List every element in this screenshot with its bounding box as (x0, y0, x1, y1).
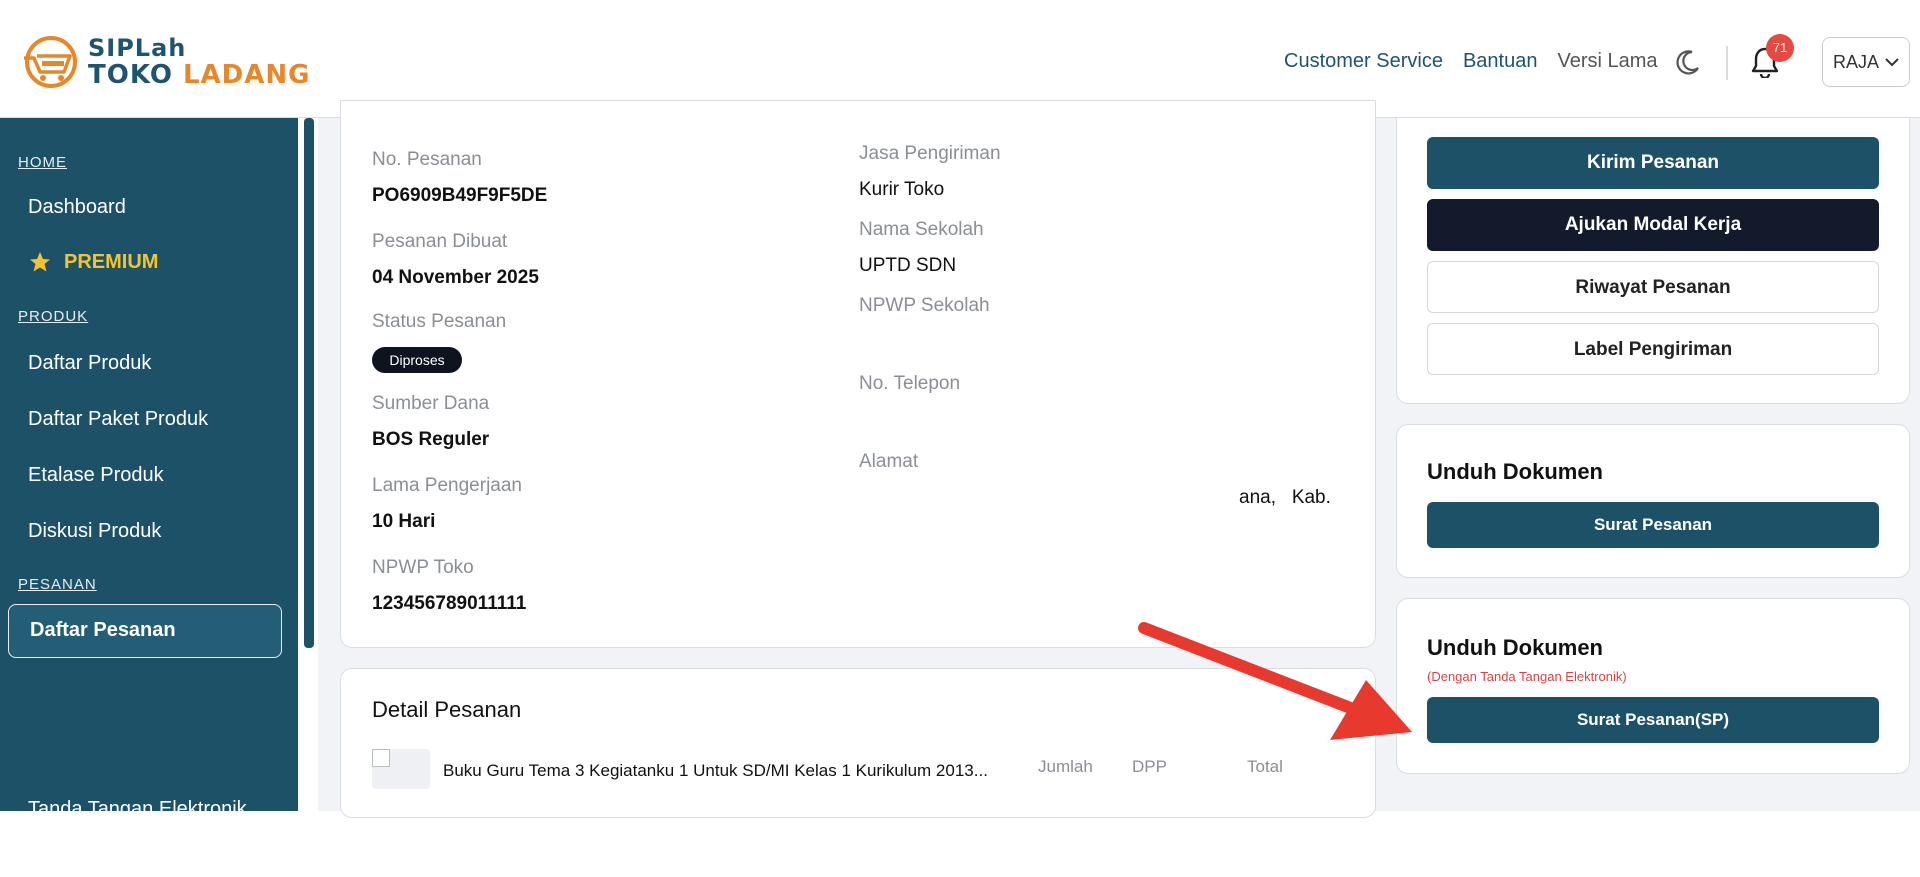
versi-lama-link[interactable]: Versi Lama (1557, 50, 1657, 73)
sumber-dana-label: Sumber Dana (372, 393, 490, 414)
sidebar-item-etalase-produk[interactable]: Etalase Produk (28, 464, 164, 487)
riwayat-pesanan-button[interactable]: Riwayat Pesanan (1427, 261, 1879, 313)
tte-subtitle: (Dengan Tanda Tangan Elektronik) (1427, 669, 1627, 684)
alamat-value: ana, Kab. (1239, 487, 1331, 508)
brand-logo[interactable]: SIPLah TOKO LADANG (20, 34, 309, 90)
sidebar-item-diskusi-produk[interactable]: Diskusi Produk (28, 520, 161, 543)
col-total: Total (1247, 757, 1283, 776)
customer-service-link[interactable]: Customer Service (1284, 50, 1443, 73)
alamat-label: Alamat (859, 451, 919, 472)
product-image (372, 749, 430, 789)
nama-sekolah-value: UPTD SDN (859, 255, 957, 276)
sidebar-item-daftar-pesanan[interactable]: Daftar Pesanan (8, 604, 282, 658)
col-dpp: DPP (1132, 757, 1167, 776)
kirim-pesanan-button[interactable]: Kirim Pesanan (1427, 137, 1879, 189)
jasa-pengiriman-label: Jasa Pengiriman (859, 143, 1001, 164)
sidebar-section-pesanan: PESANAN (18, 576, 97, 593)
sidebar-section-produk: PRODUK (18, 308, 89, 325)
label-pengiriman-button[interactable]: Label Pengiriman (1427, 323, 1879, 375)
status-badge: Diproses (372, 347, 462, 373)
nama-sekolah-label: Nama Sekolah (859, 219, 984, 240)
brand-subname: TOKO LADANG (88, 60, 311, 90)
npwp-sekolah-label: NPWP Sekolah (859, 295, 990, 316)
notification-badge: 71 (1766, 34, 1794, 62)
npwp-toko-value: 123456789011111 (372, 593, 527, 614)
brand-name: SIPLah (88, 34, 187, 62)
moon-icon[interactable] (1674, 48, 1702, 76)
sidebar-scrollbar[interactable] (304, 118, 314, 648)
order-actions-card: Kirim Pesanan Ajukan Modal Kerja Riwayat… (1396, 118, 1910, 404)
user-menu-button[interactable]: RAJA (1822, 37, 1910, 87)
status-pesanan-label: Status Pesanan (372, 311, 507, 332)
nav-divider (1726, 46, 1728, 80)
lama-pengerjaan-label: Lama Pengerjaan (372, 475, 522, 496)
order-info-card: No. Pesanan PO6909B49F9F5DE Pesanan Dibu… (340, 100, 1376, 648)
jasa-pengiriman-value: Kurir Toko (859, 179, 945, 200)
sidebar-item-tanda-tangan[interactable]: Tanda Tangan Elektronik (28, 798, 247, 821)
sidebar-item-notifikasi-whatsapp[interactable]: Notifikasi Whatsapp (28, 854, 205, 877)
bantuan-link[interactable]: Bantuan (1463, 50, 1538, 73)
pesanan-dibuat-label: Pesanan Dibuat (372, 231, 508, 252)
surat-pesanan-sp-button[interactable]: Surat Pesanan(SP) (1427, 697, 1879, 743)
sidebar-item-premium-label: PREMIUM (64, 250, 159, 273)
col-jumlah: Jumlah (1038, 757, 1093, 776)
sidebar-item-daftar-paket-produk[interactable]: Daftar Paket Produk (28, 408, 208, 431)
chevron-down-icon (1885, 58, 1899, 67)
unduh-dokumen-card: Unduh Dokumen Surat Pesanan (1396, 424, 1910, 578)
top-nav: Customer Service Bantuan Versi Lama (1284, 50, 1658, 73)
ajukan-modal-kerja-button[interactable]: Ajukan Modal Kerja (1427, 199, 1879, 251)
sidebar-item-daftar-pesanan-label: Daftar Pesanan (30, 619, 176, 641)
lama-pengerjaan-value: 10 Hari (372, 511, 436, 532)
sidebar: HOME Dashboard PREMIUM PRODUK Daftar Pro… (0, 118, 298, 876)
no-telepon-label: No. Telepon (859, 373, 961, 394)
pesanan-dibuat-value: 04 November 2025 (372, 267, 539, 288)
cart-logo-icon (24, 36, 77, 88)
sidebar-item-premium[interactable]: PREMIUM (28, 250, 158, 274)
surat-pesanan-button[interactable]: Surat Pesanan (1427, 502, 1879, 548)
sidebar-item-dashboard[interactable]: Dashboard (28, 196, 126, 219)
unduh-dokumen-tte-title: Unduh Dokumen (1427, 635, 1603, 660)
star-icon (30, 252, 50, 272)
sumber-dana-value: BOS Reguler (372, 429, 490, 450)
user-name: RAJA (1832, 51, 1879, 72)
detail-pesanan-title: Detail Pesanan (372, 697, 522, 722)
unduh-dokumen-tte-card: Unduh Dokumen (Dengan Tanda Tangan Elekt… (1396, 598, 1910, 774)
unduh-dokumen-title: Unduh Dokumen (1427, 459, 1603, 484)
npwp-toko-label: NPWP Toko (372, 557, 474, 578)
sidebar-item-daftar-produk[interactable]: Daftar Produk (28, 352, 151, 375)
no-pesanan-value: PO6909B49F9F5DE (372, 185, 548, 206)
no-pesanan-label: No. Pesanan (372, 149, 482, 170)
sidebar-section-home: HOME (18, 154, 67, 171)
annotation-arrow-icon (1138, 622, 1412, 740)
product-name[interactable]: Buku Guru Tema 3 Kegiatanku 1 Untuk SD/M… (443, 761, 988, 781)
